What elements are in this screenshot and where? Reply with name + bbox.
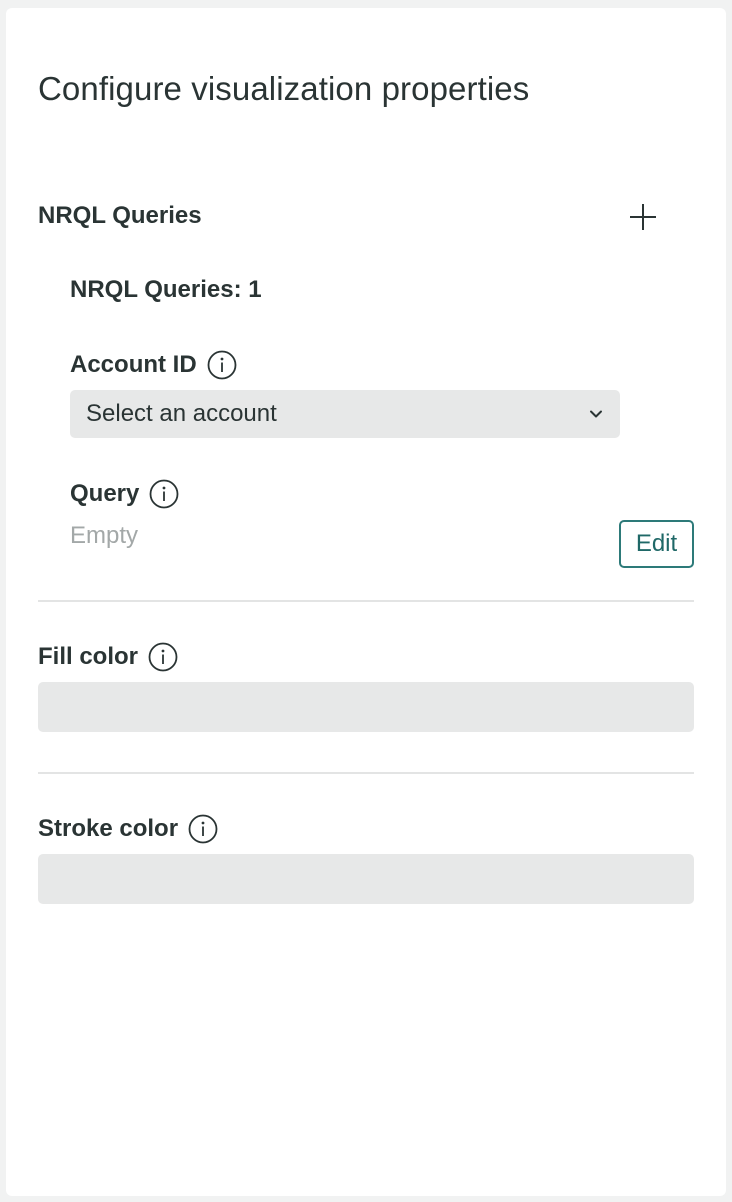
stroke-color-input[interactable] (38, 854, 694, 904)
info-icon[interactable] (149, 479, 179, 509)
add-query-button[interactable] (626, 200, 660, 234)
page-title: Configure visualization properties (38, 70, 530, 107)
nrql-queries-heading: NRQL Queries (38, 202, 202, 229)
account-id-label: Account ID (70, 351, 197, 378)
query-label: Query (70, 480, 140, 507)
query-item-heading: NRQL Queries: 1 (70, 276, 262, 303)
fill-color-input[interactable] (38, 682, 694, 732)
account-select[interactable]: Select an account (70, 390, 620, 438)
query-value: Empty (70, 522, 139, 549)
fill-color-label-row: Fill color (38, 642, 178, 672)
account-select-value: Select an account (86, 400, 277, 427)
info-icon[interactable] (148, 642, 178, 672)
chevron-down-icon (590, 410, 602, 418)
stroke-color-label-row: Stroke color (38, 814, 218, 844)
edit-query-button[interactable]: Edit (619, 520, 694, 568)
plus-icon (630, 204, 656, 230)
divider (38, 772, 694, 774)
stroke-color-label: Stroke color (38, 815, 179, 842)
info-icon[interactable] (207, 350, 237, 380)
fill-color-label: Fill color (38, 643, 139, 670)
query-label-row: Query (70, 479, 179, 509)
divider (38, 600, 694, 602)
info-icon[interactable] (188, 814, 218, 844)
account-id-label-row: Account ID (70, 350, 237, 380)
config-panel: Configure visualization properties NRQL … (6, 8, 726, 1196)
